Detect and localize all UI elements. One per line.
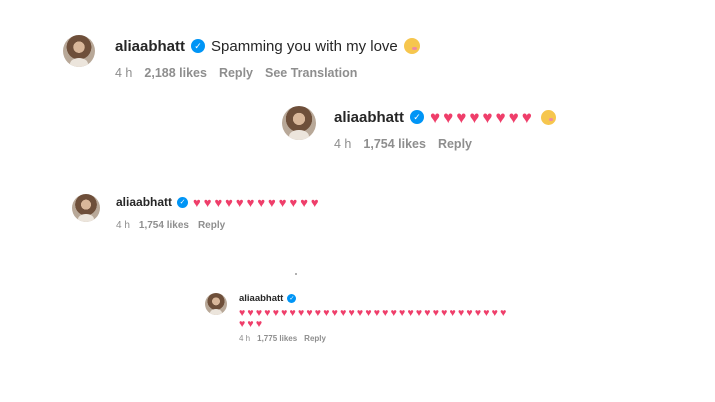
- heart-icon: ♥: [495, 107, 506, 127]
- heart-icon: ♥: [225, 194, 233, 210]
- heart-icon: ♥: [356, 307, 364, 319]
- heart-icon: ♥: [407, 307, 414, 319]
- likes-count[interactable]: 1,754 likes: [363, 137, 426, 151]
- likes-count[interactable]: 2,188 likes: [144, 66, 207, 80]
- heart-icon: ♥: [314, 307, 322, 319]
- divider-dot: [295, 273, 297, 275]
- heart-icon: ♥: [474, 307, 482, 319]
- see-translation-link[interactable]: See Translation: [265, 66, 357, 80]
- heart-icon: ♥: [365, 307, 372, 319]
- heart-icon: ♥: [281, 307, 288, 319]
- heart-icon: ♥: [203, 194, 212, 210]
- verified-badge-icon: ✓: [177, 196, 189, 208]
- face-with-hearts-icon: [403, 38, 420, 54]
- avatar[interactable]: [282, 106, 316, 140]
- heart-icon: ♥: [193, 194, 201, 210]
- heart-icon: ♥: [331, 307, 338, 319]
- reply-button[interactable]: Reply: [198, 220, 225, 231]
- heart-icon: ♥: [424, 307, 431, 319]
- heart-icon: ♥: [247, 317, 254, 330]
- likes-count[interactable]: 1,775 likes: [257, 334, 297, 343]
- face-with-hearts-icon: [540, 109, 556, 125]
- comment-time: 4 h: [116, 220, 130, 231]
- heart-icon: ♥: [443, 107, 454, 127]
- heart-icon: ♥: [348, 307, 355, 319]
- heart-icon: ♥: [430, 107, 441, 127]
- comment-1: aliaabhatt ✓ Spamming you with my love 4…: [63, 35, 420, 80]
- comment-time: 4 h: [115, 66, 133, 80]
- likes-count[interactable]: 1,754 likes: [139, 220, 189, 231]
- heart-icon: ♥: [500, 307, 507, 319]
- heart-icon: ♥: [297, 307, 305, 319]
- heart-icon: ♥: [508, 107, 519, 127]
- comment-time: 4 h: [334, 137, 352, 151]
- verified-badge-icon: ✓: [191, 39, 206, 53]
- username[interactable]: aliaabhatt: [115, 38, 185, 55]
- heart-emojis: ♥ ♥ ♥ ♥ ♥ ♥ ♥ ♥ ♥ ♥ ♥ ♥ ♥ ♥ ♥ ♥ ♥ ♥ ♥ ♥ ♥ ♥ ♥ ♥ ♥ ♥ ♥ ♥ ♥ ♥ ♥ ♥ ♥ ♥ ♥: [239, 308, 509, 329]
- heart-icon: ♥: [310, 194, 319, 210]
- heart-icon: ♥: [521, 107, 532, 127]
- avatar[interactable]: [72, 194, 100, 222]
- heart-icon: ♥: [432, 307, 439, 319]
- heart-icon: ♥: [289, 194, 298, 210]
- heart-icon: ♥: [382, 307, 389, 319]
- heart-icon: ♥: [415, 307, 423, 319]
- heart-icon: ♥: [449, 307, 456, 319]
- comment-text: Spamming you with my love: [211, 37, 398, 55]
- heart-icon: ♥: [247, 307, 254, 319]
- verified-badge-icon: ✓: [287, 294, 297, 303]
- heart-icon: ♥: [289, 307, 296, 319]
- heart-icon: ♥: [235, 194, 244, 210]
- heart-icon: ♥: [278, 194, 287, 210]
- reply-button[interactable]: Reply: [304, 334, 326, 343]
- heart-icon: ♥: [257, 194, 266, 210]
- avatar[interactable]: [63, 35, 95, 67]
- heart-icon: ♥: [264, 307, 271, 319]
- comment-3: aliaabhatt ✓ ♥ ♥ ♥ ♥ ♥ ♥ ♥ ♥ ♥ ♥ ♥ ♥ 4 h 1,754 like…: [72, 194, 322, 231]
- heart-icon: ♥: [268, 194, 276, 210]
- heart-icon: ♥: [469, 107, 480, 127]
- heart-icon: ♥: [482, 107, 493, 127]
- heart-icon: ♥: [306, 307, 313, 319]
- heart-emojis: ♥ ♥ ♥ ♥ ♥ ♥ ♥ ♥: [430, 109, 535, 126]
- heart-icon: ♥: [456, 107, 467, 127]
- heart-icon: ♥: [239, 317, 246, 330]
- heart-icon: ♥: [300, 194, 308, 210]
- heart-icon: ♥: [466, 307, 473, 319]
- heart-icon: ♥: [457, 307, 465, 319]
- username[interactable]: aliaabhatt: [116, 195, 172, 209]
- avatar[interactable]: [205, 293, 227, 315]
- heart-icon: ♥: [483, 307, 490, 319]
- heart-icon: ♥: [239, 307, 246, 319]
- comment-time: 4 h: [239, 334, 251, 343]
- username[interactable]: aliaabhatt: [334, 109, 404, 126]
- heart-icon: ♥: [323, 307, 330, 319]
- username[interactable]: aliaabhatt: [239, 293, 283, 304]
- heart-icon: ♥: [255, 317, 263, 330]
- heart-icon: ♥: [491, 307, 498, 319]
- reply-button[interactable]: Reply: [219, 66, 253, 80]
- comment-4: aliaabhatt ✓ ♥ ♥ ♥ ♥ ♥ ♥ ♥ ♥ ♥ ♥ ♥ ♥ ♥ ♥ ♥ ♥ ♥ ♥ ♥ ♥ ♥ ♥ ♥ ♥ ♥ ♥ ♥…: [205, 293, 509, 343]
- heart-icon: ♥: [399, 307, 406, 319]
- heart-icon: ♥: [255, 307, 263, 319]
- reply-button[interactable]: Reply: [438, 137, 472, 151]
- heart-icon: ♥: [246, 194, 255, 210]
- heart-icon: ♥: [340, 307, 347, 319]
- heart-icon: ♥: [214, 194, 223, 210]
- heart-icon: ♥: [441, 307, 448, 319]
- heart-icon: ♥: [390, 307, 397, 319]
- heart-emojis: ♥ ♥ ♥ ♥ ♥ ♥ ♥ ♥ ♥ ♥ ♥ ♥: [193, 196, 322, 209]
- verified-badge-icon: ✓: [410, 110, 425, 124]
- heart-icon: ♥: [272, 307, 279, 319]
- comment-2: aliaabhatt ✓ ♥ ♥ ♥ ♥ ♥ ♥ ♥ ♥ 4 h 1,754 likes Re…: [282, 106, 556, 151]
- heart-icon: ♥: [373, 307, 380, 319]
